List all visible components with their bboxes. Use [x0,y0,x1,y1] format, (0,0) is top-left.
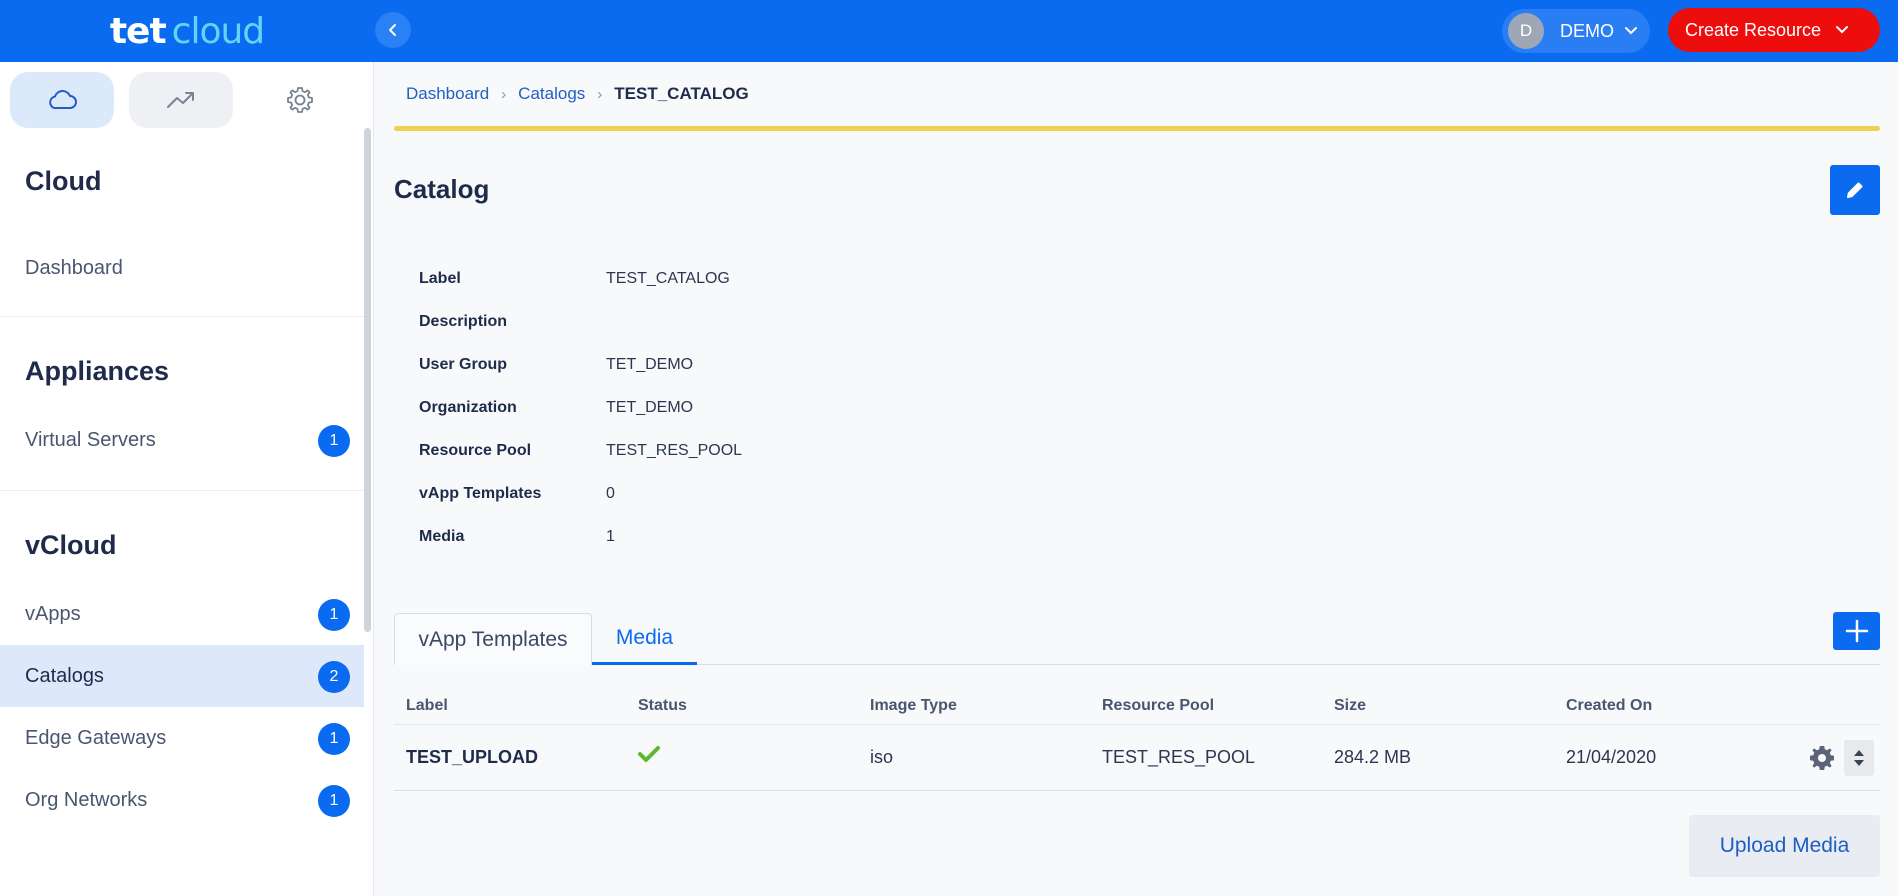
count-badge: 1 [318,599,350,631]
logo-primary: tet [109,10,167,52]
chevron-down-icon [1836,26,1849,34]
breadcrumb-current: TEST_CATALOG [614,84,749,103]
user-name: DEMO [1560,20,1614,41]
row-reorder-button[interactable] [1844,740,1874,776]
divider [0,490,364,491]
sidebar-item-label: Virtual Servers [25,428,156,451]
tab-vapp-templates[interactable]: vApp Templates [394,613,592,665]
chevron-left-icon [389,24,396,36]
cell-size: 284.2 MB [1334,747,1412,767]
detail-value: TET_DEMO [606,399,694,416]
breadcrumb-catalogs[interactable]: Catalogs [518,84,585,104]
create-resource-label: Create Resource [1685,19,1822,40]
cloud-icon [49,90,77,109]
logo-secondary: cloud [171,10,265,52]
detail-value: 1 [606,528,615,545]
column-header[interactable]: Resource Pool [1102,697,1214,715]
section-title-vcloud: vCloud [25,530,117,560]
column-header[interactable]: Image Type [870,697,957,715]
trending-up-icon [167,92,194,108]
tab-settings[interactable] [248,72,352,128]
upload-media-button[interactable]: Upload Media [1689,815,1880,877]
sidebar-item-label: Edge Gateways [25,726,167,749]
tab-analytics[interactable] [129,72,233,128]
tab-media[interactable]: Media [592,613,697,665]
detail-label: Media [419,528,465,545]
count-badge: 2 [318,661,350,693]
section-title-cloud: Cloud [25,166,102,196]
count-badge: 1 [318,425,350,457]
detail-value: 0 [606,485,615,502]
sidebar-item-catalogs[interactable]: Catalogs 2 [0,645,364,707]
sidebar-scrollbar[interactable] [364,128,371,632]
breadcrumb-dashboard[interactable]: Dashboard [406,84,489,104]
page-title: Catalog [394,174,490,204]
sidebar-item-label: Catalogs [25,664,104,687]
column-header[interactable]: Created On [1566,697,1652,715]
column-header[interactable]: Label [406,697,448,715]
divider [0,316,364,317]
detail-value: TEST_RES_POOL [606,442,743,459]
count-badge: 1 [318,723,350,755]
detail-label: vApp Templates [419,485,542,502]
detail-label: Description [419,313,508,330]
tab-cloud[interactable] [10,72,114,128]
sidebar-item-vapps[interactable]: vApps 1 [0,583,364,645]
plus-icon [1845,619,1868,643]
content-tabs: vApp Templates Media [394,613,1880,665]
detail-label: Label [419,270,461,287]
logo[interactable]: tet cloud [0,0,374,62]
sidebar-item-org-networks[interactable]: Org Networks 1 [0,769,364,831]
detail-label: Organization [419,399,517,416]
user-menu[interactable]: D DEMO [1502,9,1650,53]
cell-image-type: iso [870,747,894,767]
detail-label: User Group [419,356,508,373]
breadcrumb-separator-icon: › [597,85,603,103]
breadcrumb: Dashboard › Catalogs › TEST_CATALOG [406,84,749,104]
edit-button[interactable] [1830,165,1880,215]
status-ok-icon [638,745,660,768]
detail-value: TEST_CATALOG [606,270,730,287]
sidebar-item-edge-gateways[interactable]: Edge Gateways 1 [0,707,364,769]
gear-icon [287,87,313,113]
section-title-appliances: Appliances [25,356,170,386]
column-header[interactable]: Size [1334,697,1366,715]
top-bar: tet cloud D DEMO Create Resource [0,0,1898,62]
sidebar-item-label: Org Networks [25,788,148,811]
cell-label: TEST_UPLOAD [406,747,539,767]
sidebar: Cloud Dashboard Appliances Virtual Serve… [0,62,374,896]
collapse-sidebar-button[interactable] [375,12,411,48]
detail-label: Resource Pool [419,442,532,459]
sort-icon [1854,750,1864,766]
breadcrumb-separator-icon: › [501,85,507,103]
detail-value: TET_DEMO [606,356,694,373]
sidebar-item-dashboard[interactable]: Dashboard [0,237,364,299]
create-resource-button[interactable]: Create Resource [1668,8,1880,52]
media-table: Label Status Image Type Resource Pool Si… [394,687,1880,791]
table-header: Label Status Image Type Resource Pool Si… [394,687,1880,725]
sidebar-item-virtual-servers[interactable]: Virtual Servers 1 [0,409,364,471]
column-header[interactable]: Status [638,697,687,715]
gear-icon [1810,746,1834,770]
sidebar-tabs [10,72,365,128]
table-row[interactable]: TEST_UPLOAD iso TEST_RES_POOL 284.2 MB 2… [394,725,1880,791]
count-badge: 1 [318,785,350,817]
sidebar-item-label: Dashboard [25,256,123,279]
pencil-icon [1847,182,1863,198]
add-media-button[interactable] [1833,612,1880,650]
sidebar-item-label: vApps [25,602,81,625]
accent-divider [394,126,1880,131]
cell-resource-pool: TEST_RES_POOL [1102,747,1256,767]
row-settings-button[interactable] [1804,740,1840,776]
avatar: D [1508,13,1544,49]
chevron-down-icon [1625,27,1637,35]
cell-created-on: 21/04/2020 [1566,747,1657,767]
